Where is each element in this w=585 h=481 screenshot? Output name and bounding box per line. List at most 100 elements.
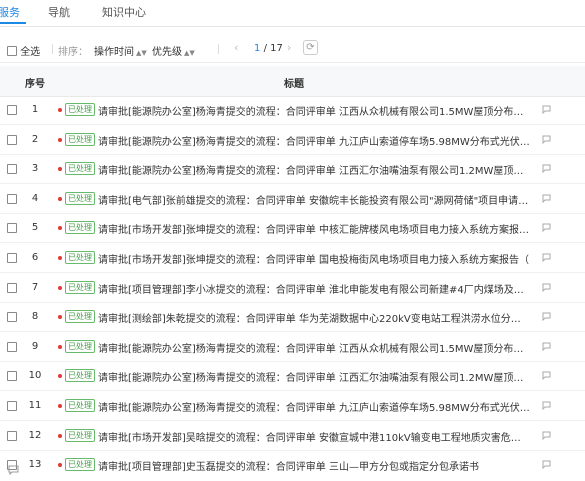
top-tab-bar: 服务 导航 知识中心	[0, 0, 585, 27]
sort-by-priority[interactable]: 优先级 ▲▼	[152, 43, 195, 58]
row-title-link[interactable]: 请审批[项目管理部]史玉磊提交的流程：合同评审单 三山—甲方分包或指定分包承诺书	[98, 458, 530, 473]
status-badge: 已处理	[65, 339, 95, 353]
comment-flag-icon[interactable]	[542, 253, 551, 263]
table-row[interactable]: 2 已处理 请审批[能源院办公室]杨海青提交的流程：合同评审单 九江庐山索道停车场5…	[0, 126, 585, 155]
row-index: 6	[31, 252, 39, 263]
row-title-link[interactable]: 请审批[能源院办公室]杨海青提交的流程：合同评审单 江西汇尔油嘴油泵有限公司1.…	[98, 162, 530, 177]
page-indicator: 1 / 17	[254, 43, 283, 54]
next-page-icon[interactable]: ›	[287, 41, 291, 54]
comment-flag-icon[interactable]	[542, 342, 551, 352]
status-badge: 已处理	[65, 191, 95, 205]
row-checkbox[interactable]	[7, 164, 17, 175]
row-index: 8	[31, 311, 39, 323]
sort-by-priority-label: 优先级	[152, 47, 182, 58]
status-badge: 已处理	[65, 162, 95, 176]
sort-by-time[interactable]: 操作时间 ▲▼	[94, 43, 147, 58]
row-title-link[interactable]: 请审批[市场开发部]张坤提交的流程：合同评审单 国电投梅街风电场项目电力接入系统…	[98, 251, 530, 266]
status-badge: 已处理	[65, 103, 95, 116]
comment-flag-icon[interactable]	[542, 460, 551, 470]
table-row[interactable]: 8 已处理 请审批[测绘部]朱乾提交的流程：合同评审单 华为芜湖数据中心220kV变…	[0, 303, 585, 333]
table-row[interactable]: 9 已处理 请审批[能源院办公室]杨海青提交的流程：合同评审单 江西从众机械有限公司…	[0, 333, 585, 362]
row-title-link[interactable]: 请审批[市场开发部]吴晗提交的流程：合同评审单 安徽宣城中港110kV输变电工程…	[98, 429, 530, 444]
sort-caret-icon: ▲▼	[184, 49, 195, 57]
status-badge: 已处理	[65, 369, 95, 383]
comment-flag-icon[interactable]	[542, 401, 551, 411]
unread-dot-icon	[58, 404, 62, 408]
row-index: 9	[31, 340, 39, 352]
unread-dot-icon	[58, 108, 62, 112]
total-pages: / 17	[263, 43, 283, 54]
row-checkbox[interactable]	[7, 134, 17, 145]
row-checkbox[interactable]	[7, 223, 17, 234]
comment-flag-icon[interactable]	[542, 283, 551, 292]
unread-dot-icon	[58, 167, 62, 172]
list-toolbar: 全选 排序： 操作时间 ▲▼ 优先级 ▲▼ ‹ 1 / 17 › ⟳	[0, 36, 585, 63]
row-title-link[interactable]: 请审批[能源院办公室]杨海青提交的流程：合同评审单 九江庐山索道停车场5.98M…	[98, 133, 530, 148]
row-title-link[interactable]: 请审批[能源院办公室]杨海青提交的流程：合同评审单 江西从众机械有限公司1.5M…	[98, 340, 530, 355]
comment-flag-icon[interactable]	[542, 135, 551, 144]
sort-caret-icon: ▲▼	[136, 49, 147, 57]
table-row[interactable]: 4 已处理 请审批[电气部]张前雄提交的流程：合同评审单 安徽皖丰长能投资有限公司"…	[0, 185, 585, 214]
sort-by-time-label: 操作时间	[94, 47, 134, 58]
comment-flag-icon[interactable]	[542, 312, 551, 322]
row-title-link[interactable]: 请审批[能源院办公室]杨海青提交的流程：合同评审单 江西汇尔油嘴油泵有限公司1.…	[98, 369, 530, 384]
refresh-icon[interactable]: ⟳	[303, 40, 318, 55]
row-title-link[interactable]: 请审批[市场开发部]张坤提交的流程：合同评审单 中核汇能牌楼风电场项目电力接入系…	[98, 221, 530, 236]
chat-bubble-icon[interactable]	[8, 465, 19, 476]
table-header: 序号 标题	[0, 66, 585, 97]
comment-flag-icon[interactable]	[542, 371, 551, 381]
row-checkbox[interactable]	[7, 401, 17, 411]
tab-services[interactable]: 服务	[0, 4, 20, 20]
tab-knowledge-center[interactable]: 知识中心	[102, 4, 146, 20]
table-row[interactable]: 3 已处理 请审批[能源院办公室]杨海青提交的流程：合同评审单 江西汇尔油嘴油泵有限…	[0, 155, 585, 185]
row-index: 5	[31, 222, 39, 234]
table-row[interactable]: 5 已处理 请审批[市场开发部]张坤提交的流程：合同评审单 中核汇能牌楼风电场项目电…	[0, 214, 585, 244]
column-header-index[interactable]: 序号	[25, 75, 45, 90]
row-index: 1	[31, 104, 39, 115]
comment-flag-icon[interactable]	[542, 164, 551, 174]
row-title-link[interactable]: 请审批[测绘部]朱乾提交的流程：合同评审单 华为芜湖数据中心220kV变电站工程…	[98, 310, 530, 325]
table-row[interactable]: 10 已处理 请审批[能源院办公室]杨海青提交的流程：合同评审单 江西汇尔油嘴油泵有…	[0, 362, 585, 392]
status-badge: 已处理	[65, 458, 95, 472]
divider	[52, 44, 53, 54]
status-badge: 已处理	[65, 428, 95, 442]
row-checkbox[interactable]	[7, 430, 17, 441]
row-checkbox[interactable]	[7, 193, 17, 204]
table-row[interactable]: 13 已处理 请审批[项目管理部]史玉磊提交的流程：合同评审单 三山—甲方分包或指定…	[0, 451, 585, 473]
row-title-link[interactable]: 请审批[电气部]张前雄提交的流程：合同评审单 安徽皖丰长能投资有限公司"源网荷储…	[98, 192, 530, 207]
comment-flag-icon[interactable]	[542, 194, 551, 204]
current-page: 1	[254, 43, 261, 54]
comment-flag-icon[interactable]	[542, 105, 551, 115]
row-checkbox[interactable]	[7, 341, 17, 352]
comment-flag-icon[interactable]	[542, 431, 551, 440]
unread-dot-icon	[58, 463, 62, 468]
row-index: 13	[28, 459, 42, 471]
checkbox-icon[interactable]	[7, 46, 17, 56]
row-index: 10	[28, 370, 42, 382]
row-index: 7	[31, 281, 39, 293]
row-title-link[interactable]: 请审批[能源院办公室]杨海青提交的流程：合同评审单 江西从众机械有限公司1.5M…	[98, 103, 530, 118]
table-row[interactable]: 1 已处理 请审批[能源院办公室]杨海青提交的流程：合同评审单 江西从众机械有限公司…	[0, 96, 585, 125]
select-all-checkbox[interactable]: 全选	[7, 43, 40, 58]
prev-page-icon[interactable]: ‹	[234, 41, 238, 54]
unread-dot-icon	[58, 256, 62, 260]
tab-navigation[interactable]: 导航	[48, 4, 70, 20]
row-title-link[interactable]: 请审批[项目管理部]李小冰提交的流程：合同评审单 淮北申能发电有限公司新建#4厂…	[98, 281, 530, 296]
comment-flag-icon[interactable]	[542, 223, 551, 233]
table-row[interactable]: 12 已处理 请审批[市场开发部]吴晗提交的流程：合同评审单 安徽宣城中港110kV…	[0, 422, 585, 451]
row-checkbox[interactable]	[7, 371, 17, 382]
active-tab-indicator	[0, 22, 26, 24]
status-badge: 已处理	[65, 280, 95, 294]
row-checkbox[interactable]	[7, 253, 17, 263]
row-title-link[interactable]: 请审批[能源院办公室]杨海青提交的流程：合同评审单 九江庐山索道停车场5.98M…	[98, 399, 530, 414]
row-checkbox[interactable]	[7, 105, 17, 115]
table-row[interactable]: 7 已处理 请审批[项目管理部]李小冰提交的流程：合同评审单 淮北申能发电有限公司新…	[0, 274, 585, 303]
row-index: 2	[31, 133, 39, 145]
table-row[interactable]: 11 已处理 请审批[能源院办公室]杨海青提交的流程：合同评审单 九江庐山索道停车场…	[0, 392, 585, 421]
status-badge: 已处理	[65, 251, 95, 264]
row-checkbox[interactable]	[7, 282, 17, 293]
table-row[interactable]: 6 已处理 请审批[市场开发部]张坤提交的流程：合同评审单 国电投梅街风电场项目电力…	[0, 244, 585, 273]
row-checkbox[interactable]	[7, 312, 17, 323]
divider	[218, 44, 219, 54]
column-header-title[interactable]: 标题	[284, 75, 304, 90]
